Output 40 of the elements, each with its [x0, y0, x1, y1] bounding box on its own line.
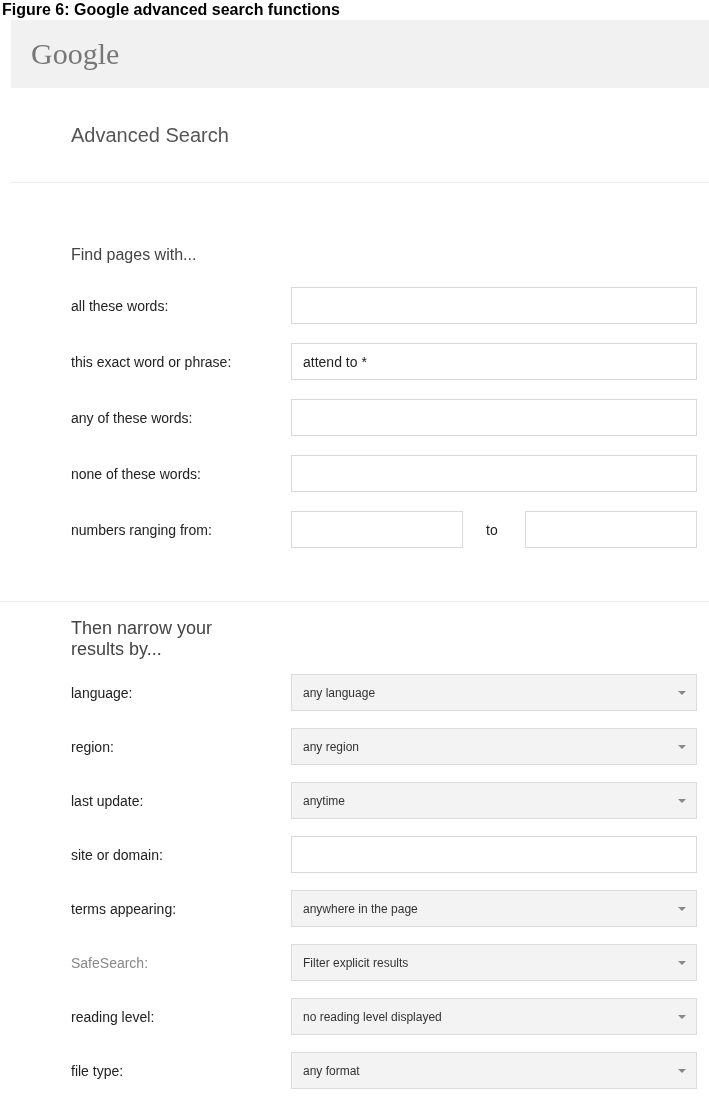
page-title: Advanced Search [71, 124, 229, 146]
input-field[interactable] [291, 836, 697, 873]
caret-icon [678, 744, 686, 749]
caret-icon [678, 690, 686, 695]
dropdown[interactable]: any language [291, 674, 697, 711]
field-label: last update: [71, 792, 145, 809]
figure-caption: Figure 6: Google advanced search functions [1, 0, 341, 20]
dropdown[interactable]: anytime [291, 782, 697, 819]
dropdown[interactable]: any region [291, 728, 697, 765]
field-label: all these words: [71, 297, 170, 314]
section-heading: Find pages with... [71, 245, 198, 265]
section-heading: Then narrow your results by... [71, 618, 214, 660]
caret-icon [678, 798, 686, 803]
caret-icon [678, 906, 686, 911]
field-label: any of these words: [71, 409, 194, 426]
input-field[interactable] [291, 511, 463, 548]
input-field[interactable] [291, 287, 697, 324]
dropdown[interactable]: no reading level displayed [291, 998, 697, 1035]
range-separator: to [485, 521, 499, 538]
field-label: region: [71, 738, 115, 755]
field-label: numbers ranging from: [71, 521, 213, 538]
input-field[interactable] [291, 455, 697, 492]
field-label: this exact word or phrase: [71, 353, 233, 370]
logo[interactable]: Google [31, 37, 120, 71]
input-field[interactable]: attend to * [291, 343, 697, 380]
input-field[interactable] [291, 399, 697, 436]
caret-icon [678, 1068, 686, 1073]
field-label: SafeSearch: [71, 954, 150, 971]
field-label: terms appearing: [71, 900, 178, 917]
field-label: none of these words: [71, 465, 202, 482]
field-label: site or domain: [71, 846, 164, 863]
input-field[interactable] [525, 511, 697, 548]
dropdown[interactable]: anywhere in the page [291, 890, 697, 927]
field-label: file type: [71, 1062, 125, 1079]
dropdown[interactable]: any format [291, 1052, 697, 1089]
caret-icon [678, 960, 686, 965]
dropdown[interactable]: Filter explicit results [291, 944, 697, 981]
caret-icon [678, 1014, 686, 1019]
field-label: reading level: [71, 1008, 156, 1025]
field-label: language: [71, 684, 134, 701]
